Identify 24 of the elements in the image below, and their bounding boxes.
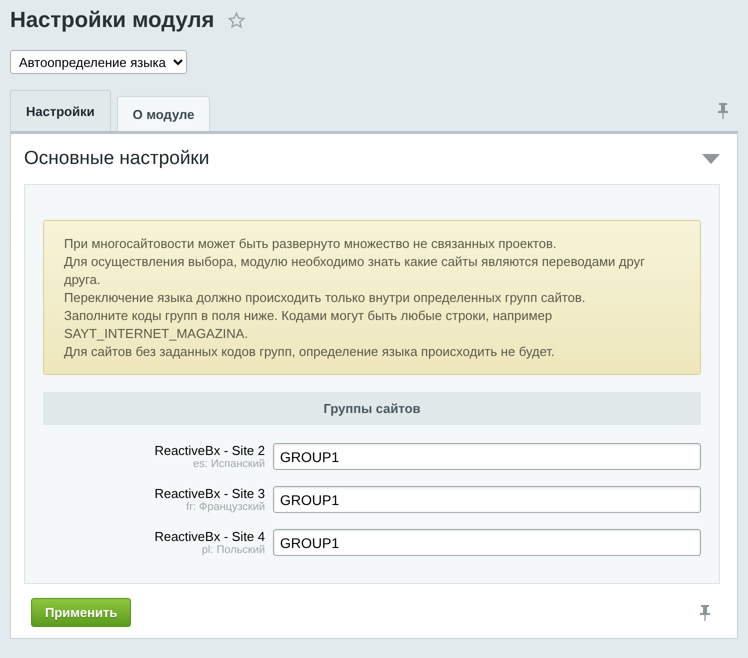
note-paragraph: Для осуществления выбора, модулю необходимо знать какие сайты являются переводами друг друга. — [64, 253, 646, 289]
group-code-field[interactable]: GROUP1 — [273, 486, 701, 513]
star-icon[interactable] — [228, 12, 246, 28]
site-language: es: Испанский — [193, 458, 265, 471]
site-name: ReactiveBx - Site 4 — [154, 529, 265, 544]
tab[interactable]: О модуле — [116, 96, 210, 131]
group-code-field[interactable]: GROUP1 — [273, 443, 701, 470]
site-language: pl: Польский — [202, 544, 265, 557]
section-title: Основные настройки — [24, 148, 210, 170]
group-header: Группы сайтов — [43, 392, 701, 425]
tab[interactable]: Настройки — [10, 90, 111, 131]
site-name: ReactiveBx - Site 3 — [154, 486, 265, 501]
site-name: ReactiveBx - Site 2 — [154, 443, 265, 458]
note-paragraph: Заполните коды групп в поля ниже. Кодами могут быть любые строки, например SAYT_INTERNET_MAGAZINA. — [64, 307, 554, 343]
site-language: fr: Французский — [186, 501, 265, 514]
pin-icon[interactable] — [718, 103, 728, 119]
note-paragraph: Для сайтов без заданных кодов групп, определение языка происходить не будет. — [64, 343, 556, 361]
note-paragraph: Переключение языка должно происходить только внутри определенных групп сайтов. — [64, 289, 586, 307]
collapse-triangle-icon[interactable] — [702, 154, 720, 164]
pin-icon[interactable] — [700, 604, 710, 620]
page-title: Настройки модуля — [10, 7, 214, 33]
group-code-field[interactable]: GROUP1 — [273, 529, 701, 556]
module-select[interactable]: Автоопределение языка — [10, 50, 187, 74]
note-paragraph: При многосайтовости может быть развернуто множество не связанных проектов. — [64, 235, 558, 253]
